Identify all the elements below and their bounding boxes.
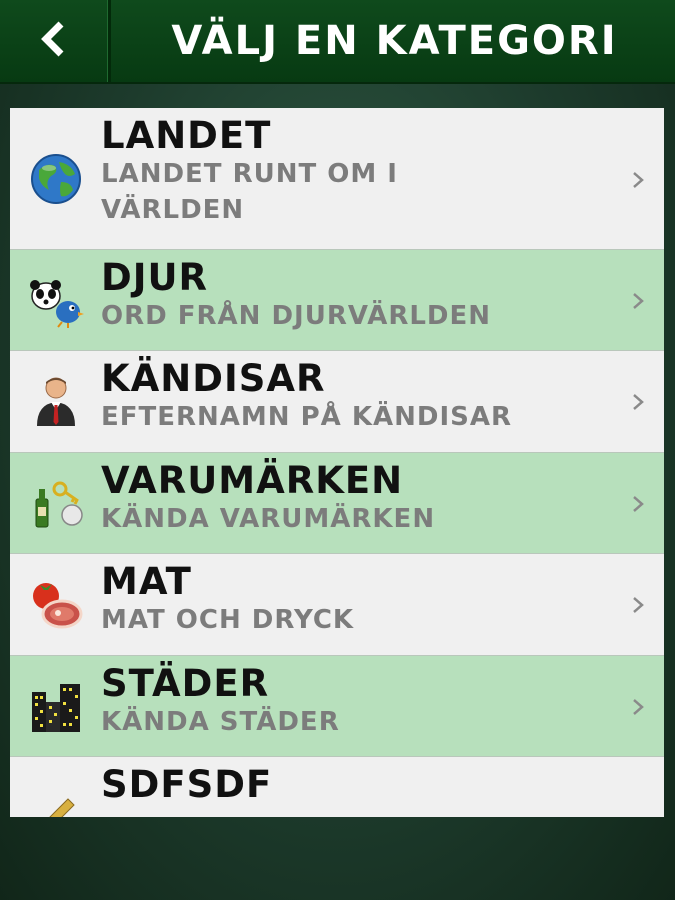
category-row-varumarken[interactable]: VARUMÄRKEN KÄNDA VARUMÄRKEN — [10, 453, 664, 554]
food-icon — [28, 576, 84, 632]
chevron-right-icon — [630, 170, 646, 190]
category-row-djur[interactable]: DJUR ORD FRÅN DJURVÄRLDEN — [10, 250, 664, 351]
category-row-sdfsdf[interactable]: SDFSDF — [10, 757, 664, 817]
category-row-stader[interactable]: STÄDER KÄNDA STÄDER — [10, 656, 664, 757]
brands-icon — [28, 475, 84, 531]
category-subtitle: EFTERNAMN PÅ KÄNDISAR — [101, 402, 512, 432]
city-icon — [28, 678, 84, 734]
category-subtitle: KÄNDA STÄDER — [101, 707, 340, 737]
chevron-right-icon — [630, 392, 646, 412]
category-name: SDFSDF — [101, 763, 273, 806]
pencil-icon — [28, 795, 84, 817]
category-subtitle: LANDET RUNT OM I VÄRLDEN — [101, 159, 398, 225]
chevron-right-icon — [630, 595, 646, 615]
category-name: KÄNDISAR — [101, 357, 326, 400]
category-name: MAT — [101, 560, 192, 603]
category-subtitle: MAT OCH DRYCK — [101, 605, 355, 635]
person-icon — [28, 373, 84, 429]
chevron-right-icon — [630, 697, 646, 717]
category-row-mat[interactable]: MAT MAT OCH DRYCK — [10, 554, 664, 656]
chevron-left-icon — [39, 21, 69, 61]
category-subtitle: KÄNDA VARUMÄRKEN — [101, 504, 436, 534]
chevron-right-icon — [630, 291, 646, 311]
back-button[interactable] — [0, 0, 111, 82]
category-row-kandisar[interactable]: KÄNDISAR EFTERNAMN PÅ KÄNDISAR — [10, 351, 664, 453]
globe-icon — [28, 151, 84, 207]
chevron-right-icon — [630, 494, 646, 514]
category-name: VARUMÄRKEN — [101, 459, 404, 502]
category-name: STÄDER — [101, 662, 270, 705]
category-row-landet[interactable]: LANDET LANDET RUNT OM I VÄRLDEN — [10, 108, 664, 250]
category-name: DJUR — [101, 256, 209, 299]
category-name: LANDET — [101, 114, 272, 157]
header-bar: VÄLJ EN KATEGORI — [0, 0, 675, 84]
animals-icon — [28, 272, 84, 328]
page-title: VÄLJ EN KATEGORI — [171, 18, 618, 64]
category-list[interactable]: LANDET LANDET RUNT OM I VÄRLDEN DJUR ORD… — [10, 108, 664, 817]
category-subtitle: ORD FRÅN DJURVÄRLDEN — [101, 301, 492, 331]
